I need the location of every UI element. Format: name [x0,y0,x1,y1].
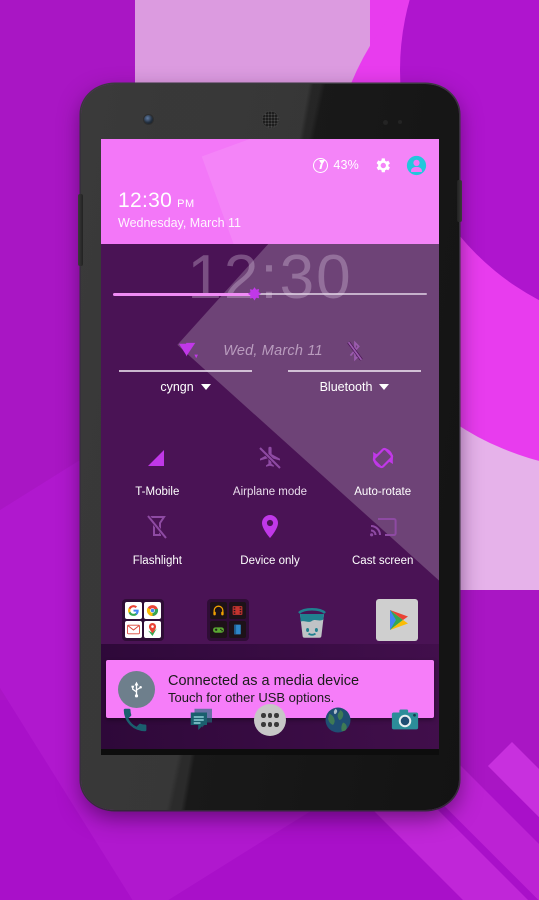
tile-label: Airplane mode [232,486,308,498]
user-avatar-icon[interactable] [406,155,427,176]
volume-button[interactable] [78,194,83,266]
film-icon [228,602,246,619]
wifi-network-dropdown[interactable]: cyngn [101,370,270,394]
brightness-thumb-icon[interactable] [246,286,263,303]
phone-screen: 43% 12:30 PM Wednesday, March 11 12:30 W… [101,139,439,755]
app-drawer-icon[interactable] [253,703,287,737]
tile-row-1: T-Mobile Airplane mode Auto-rotate [101,429,439,498]
tile-label: Device only [240,555,300,567]
airplane-off-icon [257,443,283,473]
quick-settings-panel: 12:30 Wed, March 11 cyngn Bluetooth T-Mo… [101,244,439,644]
light-sensor-icon [398,120,402,124]
brightness-slider[interactable] [113,286,427,302]
gear-icon[interactable] [373,156,392,175]
battery-charging-icon [313,157,329,173]
camera-icon[interactable] [388,703,422,737]
bluetooth-dropdown[interactable]: Bluetooth [270,370,439,394]
flashlight-off-icon [146,512,168,542]
quick-settings-dropdown-row: cyngn Bluetooth [101,370,439,394]
quick-settings-connection-row: Wed, March 11 [101,336,439,366]
tile-label: Auto-rotate [354,486,412,498]
drawer-dot [267,722,273,727]
battery-percent-label: 43% [333,158,359,172]
drawer-dot [261,713,266,718]
tile-row-2: Flashlight Device only Cast screen [101,498,439,567]
bluetooth-divider [287,370,422,372]
phone-icon[interactable] [118,703,152,737]
home-screen-icon-row [101,599,439,659]
book-icon [228,621,246,638]
chrome-icon [144,602,162,619]
app-dock [101,691,439,749]
shade-date-label: Wednesday, March 11 [118,216,241,230]
power-button[interactable] [457,180,462,222]
shade-clock: 12:30 PM [118,189,195,213]
location-pin-icon [259,512,281,542]
tile-label: Flashlight [132,555,182,567]
chevron-down-icon[interactable] [379,383,390,390]
drawer-dot [267,713,273,718]
tile-label: Cast screen [352,555,414,567]
wifi-icon[interactable] [176,341,200,361]
bluetooth-disabled-icon[interactable] [346,340,364,362]
gmail-icon [125,621,143,638]
media-folder[interactable] [206,599,249,641]
quick-settings-ghost-clock: 12:30 [187,244,353,312]
status-bar: 43% [313,152,427,178]
tile-location[interactable]: Device only [214,498,327,567]
bluetooth-label: Bluetooth [319,379,373,394]
cyanogenmod-icon[interactable] [291,599,333,641]
messaging-icon[interactable] [185,703,219,737]
browser-icon[interactable] [321,703,355,737]
tile-airplane-mode[interactable]: Airplane mode [214,429,327,498]
brightness-track-active [113,293,255,296]
tile-label: T-Mobile [135,486,180,498]
notification-shade-header: 43% 12:30 PM Wednesday, March 11 [101,139,439,244]
signal-cellular-icon [144,443,170,473]
wifi-divider [118,370,253,372]
maps-icon [144,621,162,638]
navigation-strip [101,749,439,755]
wifi-network-label: cyngn [160,379,194,394]
battery-status: 43% [313,157,359,173]
drawer-dot [274,722,279,727]
chevron-down-icon[interactable] [200,383,211,390]
google-g-icon [125,602,143,619]
quick-settings-date-label: Wed, March 11 [223,343,323,359]
play-store-icon[interactable] [375,599,418,641]
quick-settings-tiles: T-Mobile Airplane mode Auto-rotate Flash… [101,429,439,567]
screen-rotation-icon [369,443,397,473]
cast-screen-icon [369,512,397,542]
google-folder[interactable] [122,599,165,641]
brightness-track-inactive [254,293,427,296]
phone-device: 43% 12:30 PM Wednesday, March 11 12:30 W… [78,84,462,810]
tile-tmobile[interactable]: T-Mobile [101,429,214,498]
front-camera-icon [144,115,153,124]
tile-flashlight[interactable]: Flashlight [101,498,214,567]
shade-clock-time: 12:30 [118,189,173,212]
notification-title: Connected as a media device [168,673,360,689]
drawer-dot [274,713,279,718]
drawer-dot [261,722,266,727]
gamepad-icon [209,621,227,638]
tile-auto-rotate[interactable]: Auto-rotate [326,429,439,498]
headphones-icon [209,602,227,619]
tile-cast-screen[interactable]: Cast screen [326,498,439,567]
proximity-sensor-icon [383,120,388,125]
shade-clock-ampm: PM [177,198,195,210]
earpiece-speaker [261,110,280,129]
